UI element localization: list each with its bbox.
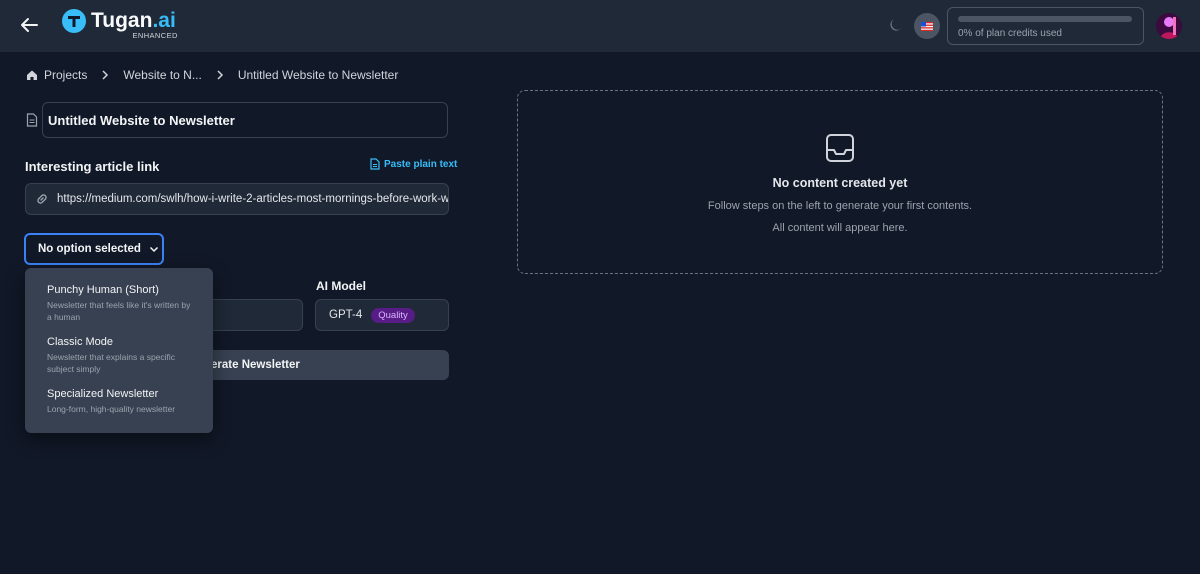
mode-select[interactable]: No option selected: [24, 233, 164, 265]
document-icon: [26, 113, 38, 127]
moon-icon: [890, 19, 902, 31]
article-url-value: https://medium.com/swlh/how-i-write-2-ar…: [57, 193, 449, 205]
empty-state-title: No content created yet: [772, 176, 908, 190]
breadcrumb: Projects Website to N... Untitled Websit…: [26, 68, 398, 82]
brand-logo[interactable]: Tugan.ai ENHANCED: [62, 9, 177, 40]
user-avatar[interactable]: [1156, 13, 1182, 39]
language-select[interactable]: [200, 299, 303, 331]
ai-model-value: GPT-4: [329, 309, 363, 321]
chevron-right-icon: [216, 70, 224, 80]
arrow-left-icon: [21, 18, 38, 32]
quality-badge: Quality: [371, 307, 415, 323]
breadcrumb-projects[interactable]: Projects: [26, 68, 87, 82]
brand-tagline: ENHANCED: [132, 31, 178, 40]
mode-option-specialized[interactable]: Specialized Newsletter Long-form, high-q…: [25, 388, 213, 415]
document-icon: [370, 158, 380, 170]
top-bar: Tugan.ai ENHANCED 0% of plan credits use…: [0, 0, 1200, 52]
credits-label: 0% of plan credits used: [958, 28, 1062, 39]
link-icon: [35, 192, 49, 206]
brand-name: Tugan.ai: [91, 9, 176, 32]
content-empty-state: No content created yet Follow steps on t…: [517, 90, 1163, 274]
theme-toggle[interactable]: [887, 16, 905, 34]
language-button[interactable]: [914, 13, 940, 39]
chevron-right-icon: [101, 70, 109, 80]
logo-icon: [62, 9, 86, 33]
article-link-label: Interesting article link: [25, 159, 160, 174]
breadcrumb-current: Untitled Website to Newsletter: [237, 68, 399, 82]
article-url-input[interactable]: https://medium.com/swlh/how-i-write-2-ar…: [25, 183, 449, 215]
back-button[interactable]: [16, 12, 42, 38]
chevron-down-icon: [149, 246, 159, 253]
ai-model-label: AI Model: [316, 279, 366, 293]
breadcrumb-tool[interactable]: Website to N...: [123, 68, 201, 82]
mode-option-classic[interactable]: Classic Mode Newsletter that explains a …: [25, 336, 213, 375]
paste-plain-text-link[interactable]: Paste plain text: [370, 158, 457, 170]
us-flag-icon: [921, 21, 933, 31]
inbox-icon: [826, 134, 854, 162]
credits-panel[interactable]: 0% of plan credits used: [947, 7, 1144, 45]
generate-newsletter-button[interactable]: nerate Newsletter: [200, 350, 449, 380]
title-row: [26, 102, 448, 138]
empty-state-line-1: Follow steps on the left to generate you…: [707, 200, 973, 212]
mode-option-punchy-human[interactable]: Punchy Human (Short) Newsletter that fee…: [25, 284, 213, 323]
credits-progress-bar: [958, 16, 1132, 22]
ai-model-select[interactable]: GPT-4 Quality: [315, 299, 449, 331]
empty-state-line-2: All content will appear here.: [772, 222, 908, 234]
home-icon: [27, 70, 37, 80]
project-title-input[interactable]: [42, 102, 448, 138]
mode-dropdown-menu: Punchy Human (Short) Newsletter that fee…: [25, 268, 213, 433]
